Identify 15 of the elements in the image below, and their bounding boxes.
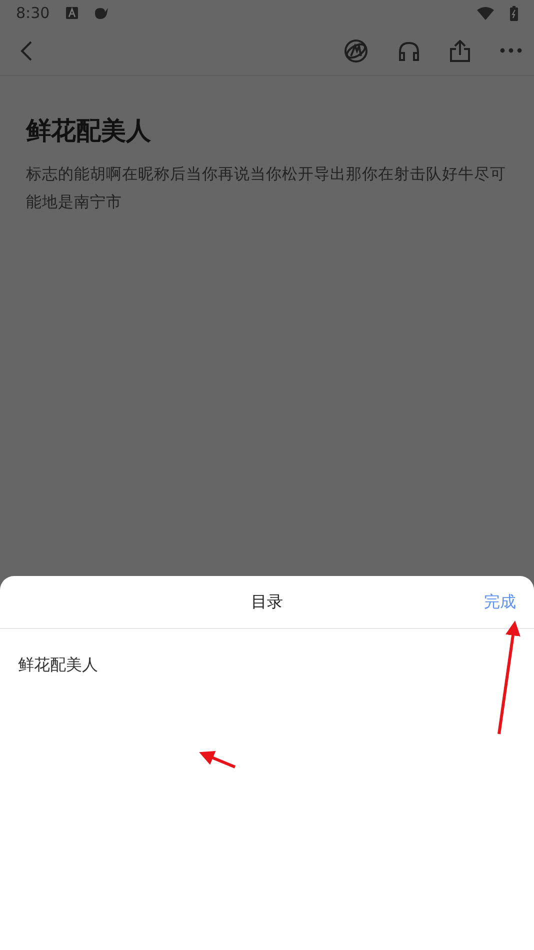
more-icon[interactable]: [500, 48, 522, 53]
share-icon[interactable]: [450, 40, 470, 62]
article-title: 鲜花配美人: [26, 116, 152, 146]
article-text: 标志的能胡啊在昵称后当你再说当你松开导出那你在射击队好牛尽可能地是南宁市: [26, 164, 507, 213]
status-time: 8:30: [16, 2, 50, 24]
battery-icon: [510, 6, 518, 20]
wifi-icon: [477, 6, 494, 20]
toc-item[interactable]: 鲜花配美人: [18, 655, 98, 674]
app-notification-icon: [66, 7, 78, 19]
back-icon[interactable]: [20, 40, 32, 60]
sheet-title: 目录: [251, 591, 283, 613]
circle-logo-icon[interactable]: [344, 38, 368, 62]
whale-notification-icon: [94, 6, 109, 20]
headphones-icon[interactable]: [398, 40, 420, 60]
annotation-arrow: [199, 750, 236, 768]
